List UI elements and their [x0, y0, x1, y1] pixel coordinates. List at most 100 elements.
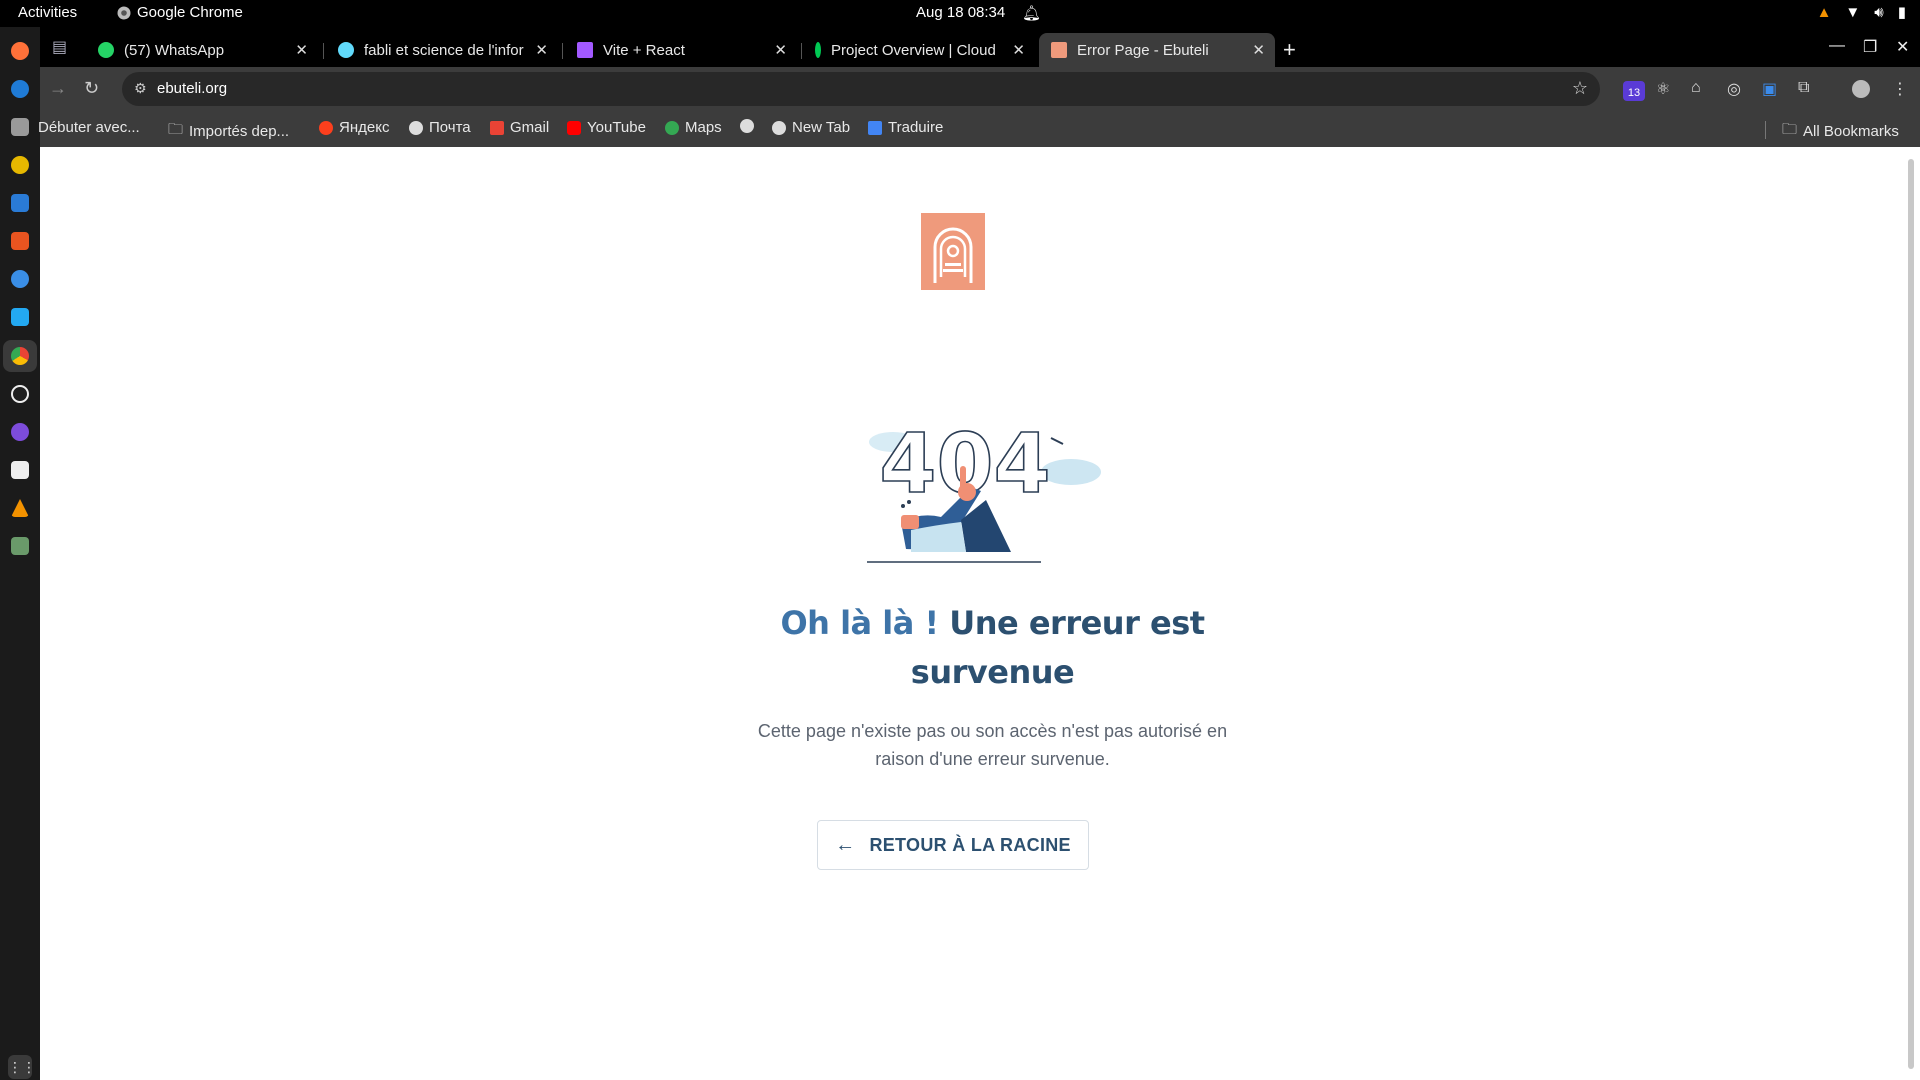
battery-icon: ▮: [1897, 4, 1906, 21]
bookmark-debuter[interactable]: Débuter avec...: [38, 119, 140, 136]
back-button-label: RETOUR À LA RACINE: [869, 834, 1071, 855]
activities-button[interactable]: Activities: [18, 4, 77, 21]
folder-icon: 🗀: [1782, 121, 1798, 138]
gmail-icon: [490, 120, 504, 135]
profile-avatar[interactable]: [1852, 80, 1870, 98]
mongodb-favicon: [815, 42, 821, 58]
vlc-tray-icon[interactable]: ▲: [1817, 4, 1832, 21]
bookmark-folder-importes[interactable]: 🗀 Importés dep...: [168, 119, 289, 144]
url-text[interactable]: ebuteli.org: [157, 80, 227, 97]
tab-project-overview[interactable]: Project Overview | Cloud ✕: [803, 33, 1035, 67]
tab-whatsapp[interactable]: (57) WhatsApp ✕: [86, 33, 318, 67]
close-icon[interactable]: ✕: [535, 41, 548, 59]
bookmark-traduire[interactable]: Traduire: [868, 119, 943, 136]
restore-icon[interactable]: ❐: [1863, 37, 1877, 57]
bookmark-label: All Bookmarks: [1803, 123, 1899, 140]
bookmark-yandex[interactable]: Яндекс: [319, 119, 389, 136]
folder-icon: 🗀: [168, 121, 184, 138]
clock[interactable]: Aug 18 08:34: [916, 4, 1005, 21]
extensions-puzzle-icon[interactable]: ⧉: [1798, 79, 1809, 97]
close-icon[interactable]: ✕: [1012, 41, 1025, 59]
tab-error-page[interactable]: Error Page - Ebuteli ✕: [1039, 33, 1275, 67]
page-viewport: 404 Oh là là ! Une erreur est survenue C…: [40, 147, 1920, 1080]
tab-label: (57) WhatsApp: [124, 41, 225, 59]
close-icon[interactable]: ✕: [1252, 41, 1265, 59]
bookmark-globe[interactable]: [740, 119, 760, 133]
thunderbird-icon[interactable]: [11, 80, 29, 98]
tab-divider: [323, 43, 324, 59]
vlc-icon[interactable]: [11, 499, 29, 517]
youtube-icon: [567, 120, 581, 135]
globe-icon: [772, 120, 786, 135]
bookmark-new-tab[interactable]: New Tab: [772, 119, 850, 136]
tab-divider: [801, 43, 802, 59]
react-favicon: [338, 42, 354, 58]
scrollbar[interactable]: [1908, 159, 1914, 1069]
tab-vite-react[interactable]: Vite + React ✕: [565, 33, 797, 67]
wifi-icon: ▼: [1845, 3, 1861, 21]
rhythmbox-icon[interactable]: [11, 156, 29, 174]
ebuteli-favicon: [1051, 42, 1067, 58]
firefox-icon[interactable]: [11, 42, 29, 60]
close-icon[interactable]: ✕: [774, 41, 787, 59]
bookmark-label: Почта: [429, 119, 471, 136]
bookmark-label: Gmail: [510, 119, 550, 136]
tor-icon[interactable]: [11, 423, 29, 441]
forward-icon[interactable]: →: [49, 78, 67, 99]
site-info-icon[interactable]: ⚙: [134, 80, 147, 97]
tab-search-icon[interactable]: ▤: [52, 37, 67, 57]
software-icon[interactable]: [11, 232, 29, 250]
close-icon[interactable]: ✕: [295, 41, 308, 59]
bookmark-pochta[interactable]: Почта: [409, 119, 471, 136]
writer-icon[interactable]: [11, 194, 29, 212]
bookmark-star-icon[interactable]: ☆: [1572, 78, 1588, 99]
tab-divider: [562, 43, 563, 59]
browser-toolbar: → ↻ ⚙ ebuteli.org ☆ 13 ⚛ ⌂ ◎ ▣ ⧉ ⋮: [40, 67, 1920, 112]
bookmark-label: New Tab: [792, 119, 851, 136]
globe-icon: [409, 120, 423, 135]
reload-icon[interactable]: ↻: [84, 78, 99, 99]
chrome-dock-icon[interactable]: [11, 347, 29, 365]
tab-fabli[interactable]: fabli et science de l'infor ✕: [326, 33, 558, 67]
404-illustration: 404: [867, 416, 1101, 563]
all-bookmarks[interactable]: 🗀 All Bookmarks: [1782, 119, 1899, 144]
minimize-icon[interactable]: —: [1829, 37, 1845, 55]
ebuteli-logo[interactable]: [921, 213, 985, 290]
globe-icon: [740, 119, 754, 133]
bookmark-maps[interactable]: Maps: [665, 119, 722, 136]
bookmark-youtube[interactable]: YouTube: [567, 119, 646, 136]
bookmark-label: YouTube: [587, 119, 646, 136]
new-tab-button[interactable]: +: [1283, 37, 1296, 63]
back-to-root-button[interactable]: ← RETOUR À LA RACINE: [817, 820, 1089, 870]
close-window-icon[interactable]: ✕: [1896, 37, 1909, 57]
extension-blue-icon[interactable]: ▣: [1762, 79, 1777, 99]
document-icon[interactable]: [11, 461, 29, 479]
bell-icon: 🔔︎: [1022, 5, 1042, 22]
dock: ⋮⋮: [0, 27, 40, 1080]
whatsapp-favicon: [98, 42, 114, 58]
tab-label: Vite + React: [603, 41, 685, 59]
app-name: Google Chrome: [137, 4, 243, 21]
tab-label: Error Page - Ebuteli: [1077, 41, 1209, 59]
address-bar[interactable]: ⚙ ebuteli.org ☆: [122, 72, 1600, 106]
react-devtools-icon[interactable]: ⚛: [1656, 79, 1670, 99]
bookmark-label: Débuter avec...: [38, 119, 140, 136]
files-icon[interactable]: [11, 118, 29, 136]
help-icon[interactable]: [11, 270, 29, 288]
bookmark-gmail[interactable]: Gmail: [490, 119, 549, 136]
extension-a-icon[interactable]: ⌂: [1691, 79, 1701, 97]
menu-kebab-icon[interactable]: ⋮: [1892, 79, 1908, 99]
app-menu[interactable]: Google Chrome: [117, 4, 243, 21]
vscode-icon[interactable]: [11, 308, 29, 326]
error-headline: Oh là là ! Une erreur est survenue: [740, 599, 1245, 697]
compass-icon[interactable]: [11, 385, 29, 403]
headline-accent: Oh là là !: [780, 604, 939, 642]
system-tray[interactable]: ▲ ▼ 🔊︎ ▮: [1817, 3, 1906, 22]
trash-icon[interactable]: [11, 537, 29, 555]
extension-circle-icon[interactable]: ◎: [1727, 79, 1741, 99]
bookmark-label: Traduire: [888, 119, 944, 136]
vite-favicon: [577, 42, 593, 58]
tab-label: Project Overview | Cloud: [831, 41, 996, 59]
extension-badge-icon[interactable]: 13: [1623, 81, 1645, 101]
show-apps-icon[interactable]: ⋮⋮: [8, 1055, 36, 1079]
